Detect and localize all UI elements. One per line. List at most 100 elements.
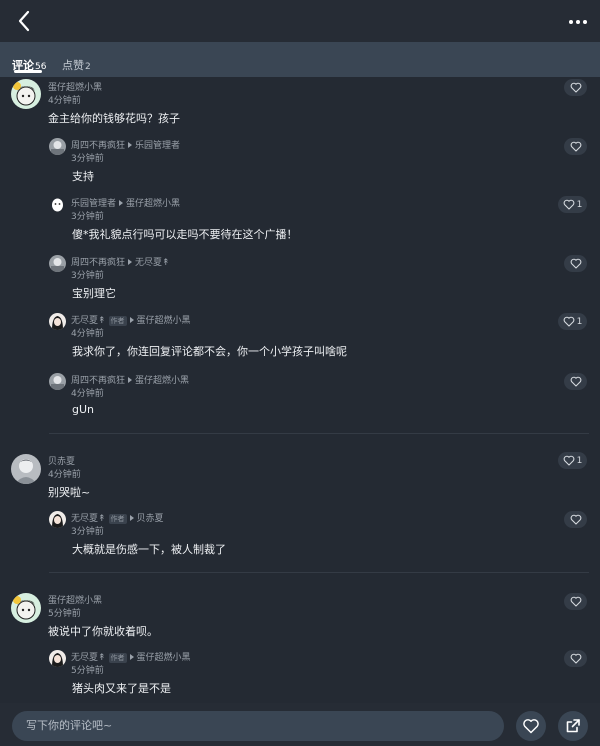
comment-text: gUn <box>72 403 95 416</box>
reply-arrow-icon <box>129 515 134 521</box>
like-count: 1 <box>576 455 583 466</box>
comment-text: 金主给你的钱够花吗？孩子 <box>48 112 180 125</box>
comment-time: 3分钟前 <box>71 212 104 222</box>
heart-icon <box>570 376 581 387</box>
comment-text: 支持 <box>72 170 94 183</box>
comment-author[interactable]: 贝赤夏 <box>48 454 75 467</box>
reply-arrow-icon <box>128 377 133 383</box>
reply-header: 周四不再疯狂 蛋仔超燃小黑 <box>71 373 189 386</box>
heart-icon <box>570 514 581 525</box>
like-button[interactable] <box>564 255 587 272</box>
like-button[interactable] <box>564 79 587 96</box>
like-count: 1 <box>576 316 583 327</box>
avatar[interactable] <box>11 454 41 484</box>
comment-time: 5分钟前 <box>71 666 104 676</box>
reply-arrow-icon <box>128 142 133 148</box>
comment-text: 傻*我礼貌点行吗可以走吗不要待在这个广播！ <box>72 228 298 241</box>
reply-target[interactable]: 无尽夏↟ <box>135 258 170 268</box>
share-icon <box>566 719 580 733</box>
tab-bar: 评论56 点赞2 <box>0 42 600 77</box>
comment-time: 3分钟前 <box>71 527 104 537</box>
like-post-button[interactable] <box>516 711 546 741</box>
reply-arrow-icon <box>119 200 124 206</box>
avatar[interactable] <box>49 650 66 667</box>
bottom-bar: 写下你的评论吧~ <box>0 703 600 746</box>
like-button[interactable] <box>564 511 587 528</box>
comment-author[interactable]: 无尽夏↟ <box>71 514 106 524</box>
comment-list[interactable]: 蛋仔超燃小黑 4分钟前 金主给你的钱够花吗？孩子 周四不再疯狂 乐园管理者 3分钟… <box>0 77 600 703</box>
comment-author[interactable]: 周四不再疯狂 <box>71 258 125 268</box>
back-button[interactable] <box>14 9 36 33</box>
reply-arrow-icon <box>129 654 134 660</box>
comment-time: 4分钟前 <box>71 389 104 399</box>
comment-text: 猪头肉又来了是不是 <box>72 682 171 695</box>
top-bar <box>0 0 600 42</box>
reply-header: 无尽夏↟ 作者 蛋仔超燃小黑 <box>71 313 191 326</box>
comment-author[interactable]: 周四不再疯狂 <box>71 141 125 151</box>
avatar[interactable] <box>11 593 41 623</box>
reply-arrow-icon <box>128 259 133 265</box>
reply-header: 无尽夏↟ 作者 蛋仔超燃小黑 <box>71 650 191 663</box>
like-button[interactable]: 1 <box>558 452 587 469</box>
reply-header: 周四不再疯狂 乐园管理者 <box>71 138 180 151</box>
chevron-left-icon <box>18 10 30 32</box>
comment-input-placeholder: 写下你的评论吧~ <box>26 719 113 732</box>
like-button[interactable] <box>564 373 587 390</box>
reply-target[interactable]: 蛋仔超燃小黑 <box>135 376 189 386</box>
like-button[interactable]: 1 <box>558 196 587 213</box>
comment-input[interactable]: 写下你的评论吧~ <box>12 711 504 741</box>
tab-likes-label: 点赞 <box>62 59 84 72</box>
like-button[interactable] <box>564 650 587 667</box>
reply-target[interactable]: 贝赤夏 <box>137 514 164 524</box>
comment-time: 4分钟前 <box>48 96 81 106</box>
heart-icon <box>570 82 581 93</box>
heart-icon <box>563 455 574 466</box>
avatar[interactable] <box>49 313 66 330</box>
more-button[interactable] <box>568 14 588 28</box>
tab-likes-count: 2 <box>85 62 91 72</box>
comment-time: 4分钟前 <box>48 470 81 480</box>
reply-target[interactable]: 蛋仔超燃小黑 <box>137 316 191 326</box>
reply-header: 乐园管理者 蛋仔超燃小黑 <box>71 196 180 209</box>
reply-target[interactable]: 蛋仔超燃小黑 <box>137 653 191 663</box>
author-badge: 作者 <box>108 513 127 524</box>
active-tab-indicator <box>14 70 42 73</box>
comment-author[interactable]: 无尽夏↟ <box>71 653 106 663</box>
heart-icon <box>523 719 539 734</box>
comment-text: 别哭啦~ <box>48 486 91 499</box>
comment-author[interactable]: 蛋仔超燃小黑 <box>48 593 102 606</box>
like-button[interactable] <box>564 138 587 155</box>
comment-text: 大概就是伤感一下，被人制裁了 <box>72 543 226 556</box>
more-dots-icon <box>569 20 587 24</box>
like-count: 1 <box>576 199 583 210</box>
comment-text: 宝别理它 <box>72 287 116 300</box>
reply-target[interactable]: 乐园管理者 <box>135 141 180 151</box>
like-button[interactable]: 1 <box>558 313 587 330</box>
author-badge: 作者 <box>108 652 127 663</box>
avatar[interactable] <box>11 79 41 109</box>
avatar[interactable] <box>49 196 66 213</box>
comment-text: 我求你了，你连回复评论都不会，你一个小学孩子叫啥呢 <box>72 345 347 358</box>
comment-time: 5分钟前 <box>48 609 81 619</box>
avatar[interactable] <box>49 255 66 272</box>
avatar[interactable] <box>49 373 66 390</box>
share-button[interactable] <box>558 711 588 741</box>
avatar[interactable] <box>49 511 66 528</box>
comment-text: 被说中了你就收着呗。 <box>48 625 158 638</box>
thread-divider <box>49 433 589 434</box>
comment-author[interactable]: 蛋仔超燃小黑 <box>48 80 102 93</box>
heart-icon <box>570 596 581 607</box>
comment-author[interactable]: 乐园管理者 <box>71 199 116 209</box>
comment-time: 3分钟前 <box>71 154 104 164</box>
heart-icon <box>570 653 581 664</box>
comment-author[interactable]: 周四不再疯狂 <box>71 376 125 386</box>
avatar[interactable] <box>49 138 66 155</box>
heart-icon <box>570 258 581 269</box>
comment-time: 3分钟前 <box>71 271 104 281</box>
like-button[interactable] <box>564 593 587 610</box>
heart-icon <box>570 141 581 152</box>
reply-target[interactable]: 蛋仔超燃小黑 <box>126 199 180 209</box>
reply-header: 无尽夏↟ 作者 贝赤夏 <box>71 511 164 524</box>
comment-author[interactable]: 无尽夏↟ <box>71 316 106 326</box>
tab-likes[interactable]: 点赞2 <box>62 57 91 73</box>
